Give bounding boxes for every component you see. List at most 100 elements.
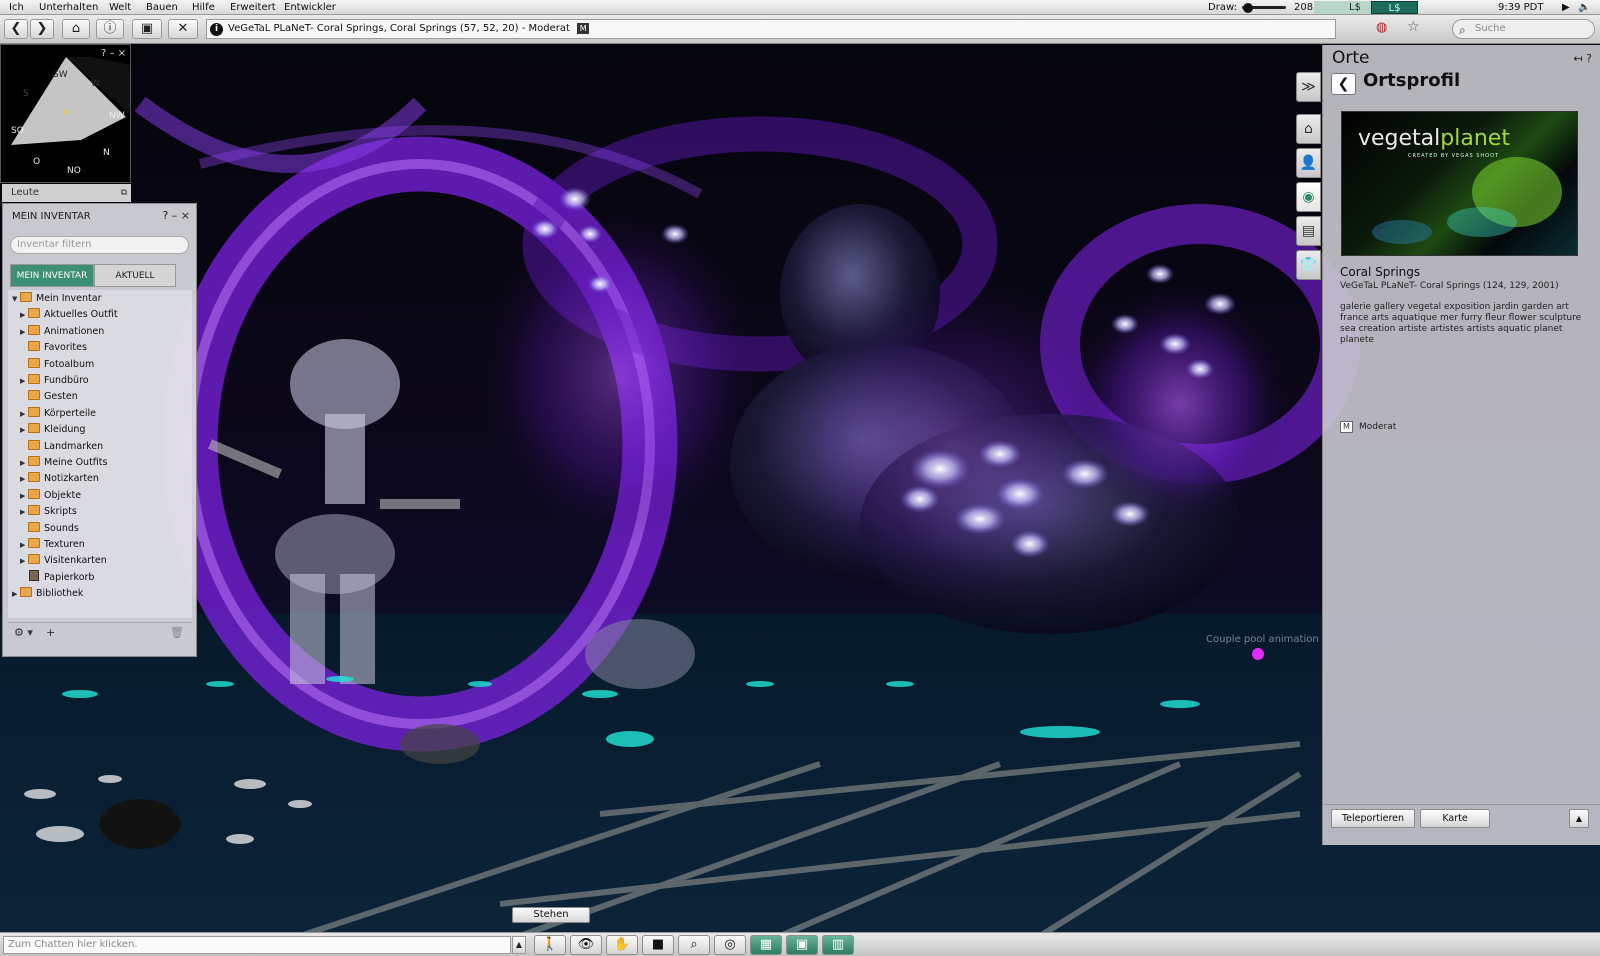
collapsed-arrow-icon[interactable]: ▶ xyxy=(20,488,28,504)
menu-entwickler[interactable]: Entwickler xyxy=(282,0,338,15)
sidebar-tab-places[interactable]: ◉ xyxy=(1296,182,1321,212)
inventory-folder-label: Meine Outfits xyxy=(44,457,108,468)
tools-button[interactable]: ✕ xyxy=(168,19,198,39)
media-button[interactable]: ▥ xyxy=(822,935,854,955)
inventory-folder-row[interactable]: ▼ Mein Inventar xyxy=(12,291,101,307)
location-field[interactable]: i VeGeTaL PLaNeT- Coral Springs, Coral S… xyxy=(206,19,1336,39)
world-map-button[interactable]: ◎ xyxy=(714,935,746,955)
inventory-folder-row[interactable]: Gesten xyxy=(20,389,78,405)
back-button[interactable]: ❮ xyxy=(4,19,28,39)
collapsed-arrow-icon[interactable]: ▶ xyxy=(12,586,20,602)
expanded-arrow-icon[interactable]: ▼ xyxy=(12,291,20,307)
snapshot-bottom-button[interactable]: ▣ xyxy=(786,935,818,955)
minimap-controls[interactable]: ? – × xyxy=(101,48,126,59)
inventory-folder-row[interactable]: ▶ Kleidung xyxy=(20,422,85,438)
info-button[interactable]: ⓘ xyxy=(96,19,124,39)
inventory-folder-row[interactable]: ▶ Fundbüro xyxy=(20,373,89,389)
menu-welt[interactable]: Welt xyxy=(107,0,133,15)
collapsed-arrow-icon[interactable]: ▶ xyxy=(20,553,28,569)
maturity-badge: M xyxy=(577,22,590,34)
minimap[interactable]: ? – × SW W S NW SO N O NO xyxy=(0,44,131,183)
search-input[interactable]: ⌕ Suche xyxy=(1452,19,1595,39)
double-chevron-icon: ≫ xyxy=(1301,79,1316,95)
collapsed-arrow-icon[interactable]: ▶ xyxy=(20,422,28,438)
inventory-icon: ▤ xyxy=(1301,223,1316,239)
inventory-folder-row[interactable]: Fotoalbum xyxy=(20,357,94,373)
inventory-window-controls[interactable]: ? – × xyxy=(162,209,190,222)
inventory-folder-row[interactable]: ▶ Objekte xyxy=(20,488,81,504)
menu-bauen[interactable]: Bauen xyxy=(144,0,180,15)
collapsed-arrow-icon[interactable]: ▶ xyxy=(20,373,28,389)
people-bar[interactable]: Leute ⧉ xyxy=(2,184,131,202)
collapsed-arrow-icon[interactable]: ▶ xyxy=(20,324,28,340)
tab-current[interactable]: AKTUELL xyxy=(94,264,176,287)
speaker-icon[interactable]: 🔈 xyxy=(1578,0,1590,15)
collapsed-arrow-icon[interactable]: ▶ xyxy=(20,406,28,422)
tab-my-inventory[interactable]: MEIN INVENTAR xyxy=(10,264,94,287)
home-button[interactable]: ⌂ xyxy=(62,19,90,39)
overflow-button[interactable]: ▲ xyxy=(1569,809,1589,828)
location-info-icon[interactable]: i xyxy=(210,23,223,36)
snapshot-art xyxy=(1372,157,1562,244)
collapsed-arrow-icon[interactable]: ▶ xyxy=(20,307,28,323)
favorite-star-icon[interactable]: ☆ xyxy=(1407,19,1420,35)
buy-currency-button[interactable]: L$ kaufen xyxy=(1371,1,1418,27)
inventory-folder-row[interactable]: ▶ Animationen xyxy=(20,324,104,340)
media-play-icon[interactable]: ▶ xyxy=(1562,0,1570,15)
no-voice-icon[interactable]: ◍ xyxy=(1376,20,1387,35)
inventory-folder-row[interactable]: Landmarken xyxy=(20,439,103,455)
search-button[interactable]: ⌕ xyxy=(678,935,710,955)
chat-history-toggle[interactable]: ▲ xyxy=(512,936,526,954)
draw-distance-knob[interactable] xyxy=(1243,3,1253,13)
forward-button[interactable]: ❯ xyxy=(30,19,54,39)
collapsed-arrow-icon[interactable]: ▶ xyxy=(20,455,28,471)
teleport-button[interactable]: Teleportieren xyxy=(1331,809,1415,828)
sidebar-tab-inventory[interactable]: ▤ xyxy=(1296,216,1321,246)
places-back-button[interactable]: ❮ xyxy=(1331,73,1356,95)
chat-input[interactable]: Zum Chatten hier klicken. xyxy=(3,936,511,954)
undock-icon[interactable]: ⧉ xyxy=(121,184,127,202)
menu-erweitert[interactable]: Erweitert xyxy=(228,0,278,15)
collapsed-arrow-icon[interactable]: ▶ xyxy=(20,504,28,520)
folder-icon xyxy=(28,521,40,532)
inventory-folder-row[interactable]: ▶ Skripts xyxy=(20,504,77,520)
sidebar-tab-home[interactable]: ⌂ xyxy=(1296,114,1321,144)
menu-unterhalten[interactable]: Unterhalten xyxy=(37,0,100,15)
globe-icon: ◎ xyxy=(724,937,736,952)
collapsed-arrow-icon[interactable]: ▶ xyxy=(20,471,28,487)
menu-ich[interactable]: Ich xyxy=(7,0,26,15)
add-item-icon[interactable]: + xyxy=(46,623,55,643)
mini-map-button[interactable]: ▦ xyxy=(750,935,782,955)
trash-button-icon[interactable]: 🗑 xyxy=(170,623,184,643)
inventory-folder-row[interactable]: Sounds xyxy=(20,521,79,537)
inventory-folder-row[interactable]: ▶ Notizkarten xyxy=(20,471,99,487)
build-button[interactable]: ■ xyxy=(642,935,674,955)
menu-hilfe[interactable]: Hilfe xyxy=(190,0,217,15)
collapsed-arrow-icon[interactable]: ▶ xyxy=(20,537,28,553)
places-head-icons[interactable]: ↤ ? xyxy=(1573,52,1592,65)
home-icon: ⌂ xyxy=(1304,121,1313,137)
inventory-folder-row[interactable]: ▶ Texturen xyxy=(20,537,85,553)
folder-icon xyxy=(20,587,32,598)
inventory-folder-row[interactable]: ▶ Meine Outfits xyxy=(20,455,107,471)
view-button[interactable]: 👁 xyxy=(570,935,602,955)
inventory-folder-row[interactable]: ▶ Bibliothek xyxy=(12,586,83,602)
inventory-tree: ▼ Mein Inventar ▶ Aktuelles Outfit ▶ Animatio… xyxy=(8,290,192,618)
sidebar-tab-appearance[interactable]: 👕 xyxy=(1296,250,1321,280)
inventory-folder-row[interactable]: ▶ Aktuelles Outfit xyxy=(20,307,118,323)
snapshot-button[interactable]: ▣ xyxy=(132,19,162,39)
inventory-folder-row[interactable]: ▶ Körperteile xyxy=(20,406,96,422)
sidebar-collapse-tab[interactable]: ≫ xyxy=(1296,72,1321,102)
trash-icon xyxy=(29,569,39,581)
inventory-folder-row[interactable]: Papierkorb xyxy=(20,569,94,586)
move-button[interactable]: 🚶 xyxy=(534,935,566,955)
map-button[interactable]: Karte xyxy=(1420,809,1490,828)
gestures-button[interactable]: ✋ xyxy=(606,935,638,955)
gear-menu-icon[interactable]: ⚙ ▾ xyxy=(14,623,33,643)
sidebar-tab-me[interactable]: 👤 xyxy=(1296,148,1321,178)
inventory-folder-row[interactable]: ▶ Visitenkarten xyxy=(20,553,107,569)
inventory-folder-row[interactable]: Favorites xyxy=(20,340,87,356)
person-card-icon: 👤 xyxy=(1299,155,1318,171)
inventory-filter-input[interactable]: Inventar filtern xyxy=(10,236,189,254)
stand-button[interactable]: Stehen xyxy=(512,907,590,923)
